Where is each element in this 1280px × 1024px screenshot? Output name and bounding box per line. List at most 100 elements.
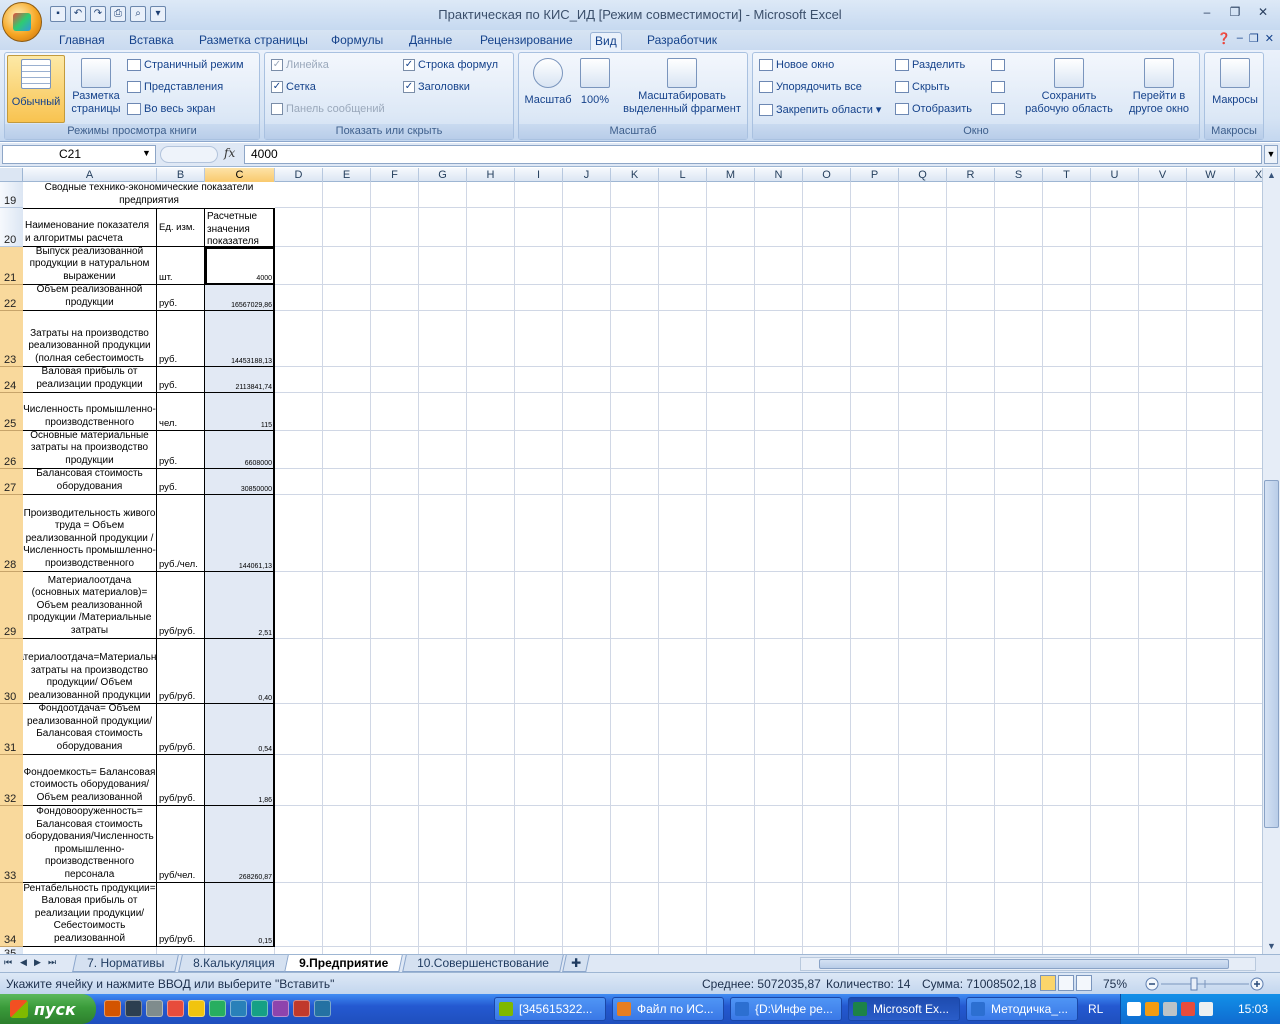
- cell-a30[interactable]: Материалоотдача=Материальные затраты на …: [23, 639, 157, 704]
- zoom-100-button[interactable]: 100%: [575, 58, 615, 107]
- last-sheet-icon[interactable]: ⏭: [48, 957, 56, 968]
- column-header-f[interactable]: F: [371, 168, 419, 182]
- scroll-down-icon[interactable]: ▼: [1264, 939, 1279, 954]
- doc-restore-icon[interactable]: ❐: [1249, 32, 1259, 45]
- full-screen-button[interactable]: Во весь экран: [127, 103, 215, 115]
- sheet-tab-improvement[interactable]: 10.Совершенствование: [402, 955, 564, 972]
- cell-a21[interactable]: Выпуск реализованной продукции в натурал…: [23, 247, 157, 285]
- horizontal-scrollbar[interactable]: [800, 957, 1256, 971]
- cell-c28[interactable]: 144061,13: [205, 495, 275, 572]
- cells-area[interactable]: Сводные технико-экономические показатели…: [23, 182, 1262, 954]
- firefox-icon[interactable]: [104, 1000, 121, 1017]
- row-header-23[interactable]: 23: [0, 311, 23, 367]
- row-header-22[interactable]: 22: [0, 285, 23, 311]
- select-all-corner[interactable]: [0, 168, 23, 182]
- cell-c34[interactable]: 0,15: [205, 883, 275, 947]
- cell-c33[interactable]: 268260,87: [205, 806, 275, 883]
- vertical-scrollbar[interactable]: ▲ ▼: [1262, 168, 1280, 954]
- expand-formula-bar-icon[interactable]: ▼: [1264, 145, 1278, 164]
- formula-bar-checkbox[interactable]: ✓ Строка формул: [403, 59, 498, 71]
- zoom-button[interactable]: Масштаб: [521, 58, 575, 107]
- cell-b33[interactable]: руб/чел.: [157, 806, 205, 883]
- task-button[interactable]: {D:\Инфе ре...: [730, 997, 842, 1021]
- cell-c31[interactable]: 0,54: [205, 704, 275, 755]
- cell-c27[interactable]: 30850000: [205, 469, 275, 495]
- vertical-scroll-thumb[interactable]: [1264, 480, 1279, 828]
- split-button[interactable]: Разделить: [895, 59, 965, 71]
- outlook-icon[interactable]: [209, 1000, 226, 1017]
- cell-b28[interactable]: руб./чел.: [157, 495, 205, 572]
- cell-a23[interactable]: Затраты на производство реализованной пр…: [23, 311, 157, 367]
- cell-b29[interactable]: руб/руб.: [157, 572, 205, 639]
- cell-a34[interactable]: Рентабельность продукции= Валовая прибыл…: [23, 883, 157, 947]
- doc-minimize-icon[interactable]: –: [1237, 32, 1243, 45]
- cell-a29[interactable]: Материалоотдача (основных материалов)= О…: [23, 572, 157, 639]
- row-header-26[interactable]: 26: [0, 431, 23, 469]
- next-sheet-icon[interactable]: ▶: [34, 957, 41, 968]
- tray-icon[interactable]: [1127, 1002, 1141, 1016]
- cell-a22[interactable]: Объем реализованной продукции: [23, 285, 157, 311]
- first-sheet-icon[interactable]: ⏮: [4, 957, 12, 968]
- row-header-20[interactable]: 20: [0, 208, 23, 247]
- column-header-j[interactable]: J: [563, 168, 611, 182]
- column-header-r[interactable]: R: [947, 168, 995, 182]
- cell-b25[interactable]: чел.: [157, 393, 205, 431]
- doc-close-icon[interactable]: ✕: [1265, 32, 1274, 45]
- sheet-tab-calculation[interactable]: 8.Калькуляция: [178, 955, 290, 972]
- reset-position-icon[interactable]: [991, 103, 1005, 115]
- cell-a24[interactable]: Валовая прибыль от реализации продукции: [23, 367, 157, 393]
- column-header-d[interactable]: D: [275, 168, 323, 182]
- row-header-30[interactable]: 30: [0, 639, 23, 704]
- tray-icon[interactable]: [1199, 1002, 1213, 1016]
- headings-checkbox[interactable]: ✓ Заголовки: [403, 81, 470, 93]
- normal-view-button[interactable]: Обычный: [7, 55, 65, 123]
- prev-sheet-icon[interactable]: ◀: [20, 957, 27, 968]
- page-break-view-button[interactable]: Страничный режим: [127, 59, 244, 71]
- macros-button[interactable]: Макросы: [1207, 58, 1263, 107]
- tab-data[interactable]: Данные: [405, 32, 456, 50]
- column-header-b[interactable]: B: [157, 168, 205, 182]
- column-header-k[interactable]: K: [611, 168, 659, 182]
- row-header-25[interactable]: 25: [0, 393, 23, 431]
- cell-b21[interactable]: шт.: [157, 247, 205, 285]
- sheet-tab-normatives[interactable]: 7. Нормативы: [72, 955, 180, 972]
- cell-c24[interactable]: 2113841,74: [205, 367, 275, 393]
- column-header-x[interactable]: X: [1235, 168, 1262, 182]
- tab-page-layout[interactable]: Разметка страницы: [195, 32, 312, 50]
- worksheet-grid[interactable]: ABCDEFGHIJKLMNOPQRSTUVWX 19 20 21 22 23 24 25 2…: [0, 168, 1262, 954]
- cell-b24[interactable]: руб.: [157, 367, 205, 393]
- cell-c21[interactable]: 4000: [205, 247, 275, 285]
- new-window-button[interactable]: Новое окно: [759, 59, 834, 71]
- tab-developer[interactable]: Разработчик: [643, 32, 721, 50]
- row-header-21[interactable]: 21: [0, 247, 23, 285]
- cell-c22[interactable]: 16567029,86: [205, 285, 275, 311]
- insert-function-icon[interactable]: fx: [224, 146, 235, 160]
- column-header-n[interactable]: N: [755, 168, 803, 182]
- row-header-35[interactable]: 35: [0, 947, 23, 954]
- tab-formulas[interactable]: Формулы: [327, 32, 387, 50]
- page-break-view-icon[interactable]: [1076, 975, 1092, 991]
- excel-icon[interactable]: [251, 1000, 268, 1017]
- word-icon[interactable]: [230, 1000, 247, 1017]
- column-header-q[interactable]: Q: [899, 168, 947, 182]
- cell-c32[interactable]: 1,86: [205, 755, 275, 806]
- column-header-v[interactable]: V: [1139, 168, 1187, 182]
- column-header-p[interactable]: P: [851, 168, 899, 182]
- office-button[interactable]: [2, 2, 42, 42]
- cell-a28[interactable]: Производительность живого труда = Объем …: [23, 495, 157, 572]
- cell-b34[interactable]: руб/руб.: [157, 883, 205, 947]
- antivirus-icon[interactable]: [1181, 1002, 1195, 1016]
- zoom-to-selection-button[interactable]: Масштабировать выделенный фрагмент: [617, 58, 747, 116]
- cell-b31[interactable]: руб/руб.: [157, 704, 205, 755]
- cell-b20[interactable]: Ед. изм.: [157, 208, 205, 247]
- cell-c23[interactable]: 14453188,13: [205, 311, 275, 367]
- normal-view-icon[interactable]: [1040, 975, 1056, 991]
- zoom-level[interactable]: 75%: [1103, 977, 1127, 991]
- view-side-by-side-icon[interactable]: [991, 59, 1005, 71]
- column-header-e[interactable]: E: [323, 168, 371, 182]
- freeze-panes-button[interactable]: Закрепить области ▾: [759, 103, 881, 116]
- row-header-32[interactable]: 32: [0, 755, 23, 806]
- task-button[interactable]: Методичка_...: [966, 997, 1078, 1021]
- hide-button[interactable]: Скрыть: [895, 81, 950, 93]
- tray-icon[interactable]: [1163, 1002, 1177, 1016]
